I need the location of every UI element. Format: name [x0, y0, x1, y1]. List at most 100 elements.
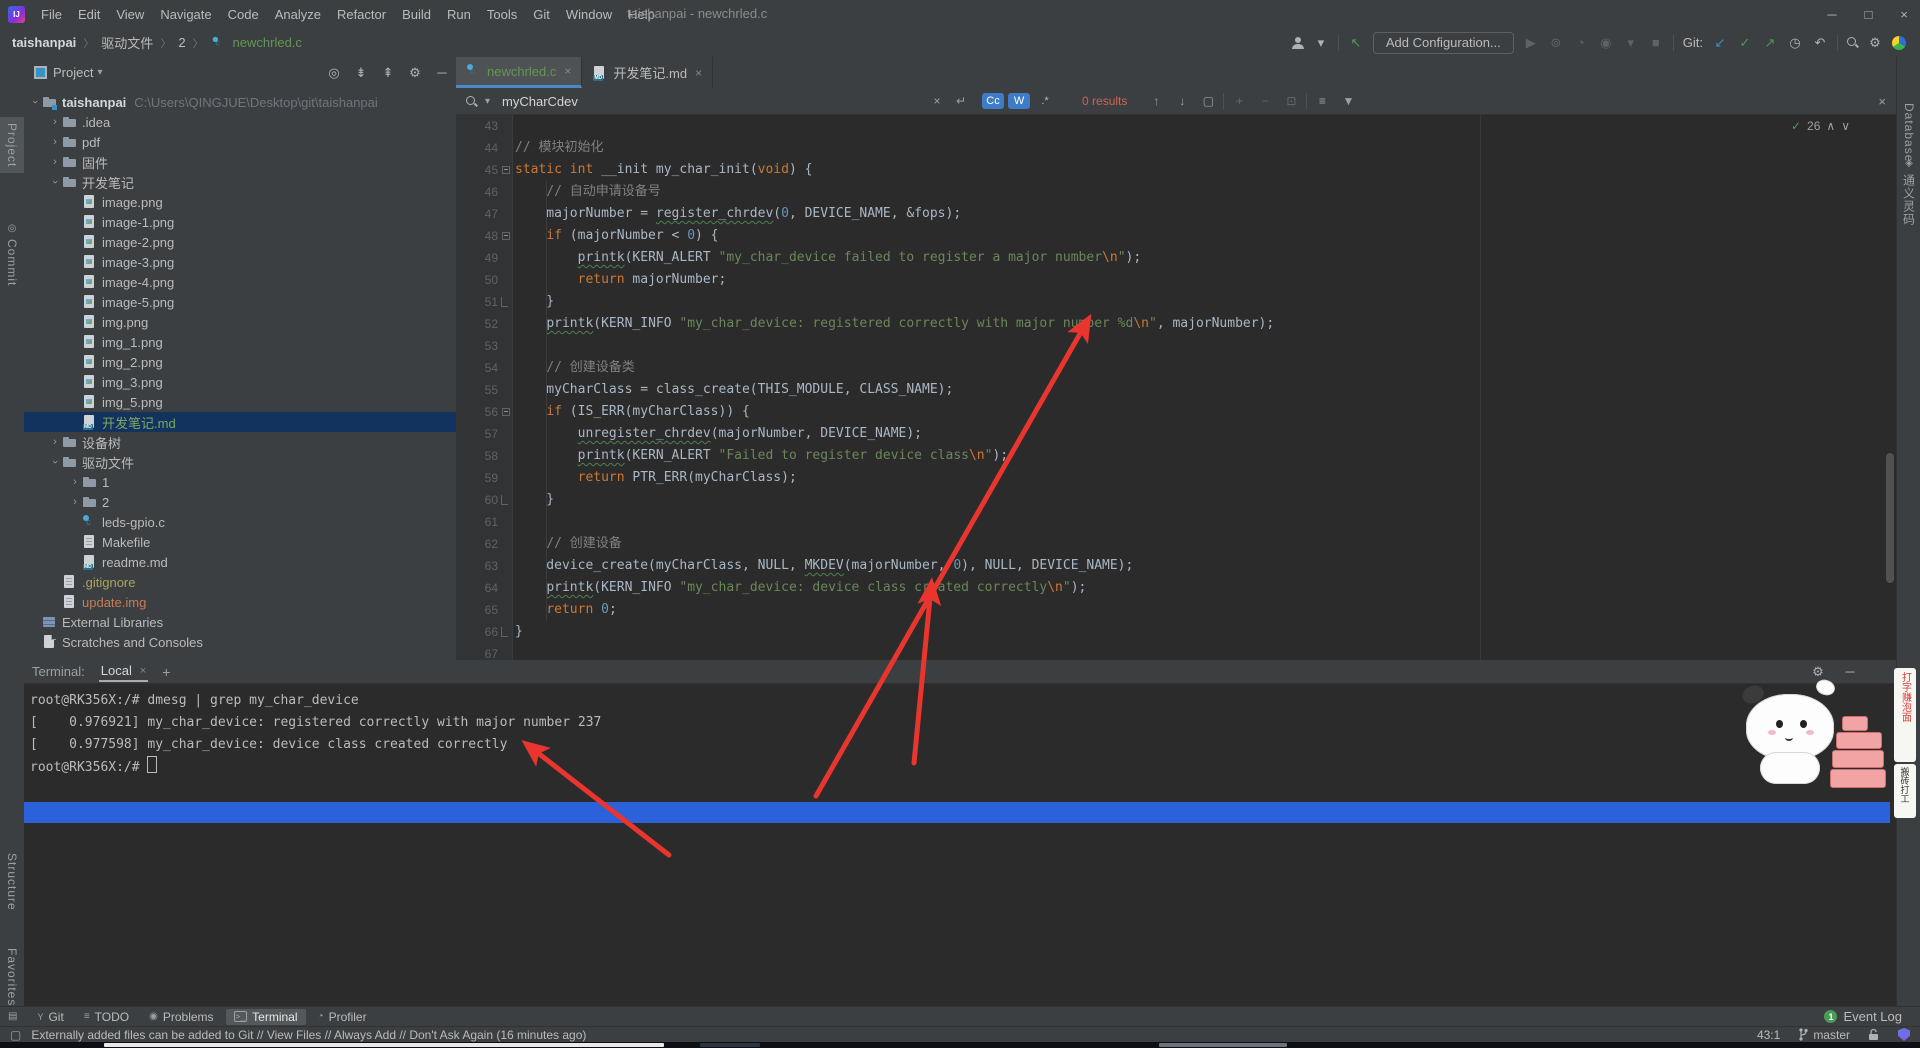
menu-window[interactable]: Window [558, 3, 620, 26]
breadcrumb-item[interactable]: taishanpai [12, 35, 76, 50]
tree-item-固件[interactable]: ›固件 [24, 152, 456, 172]
next-problem-icon[interactable]: ∨ [1841, 119, 1850, 133]
menu-run[interactable]: Run [439, 3, 479, 26]
event-log-button[interactable]: 1 Event Log [1824, 1009, 1902, 1024]
editor-scrollbar[interactable] [1886, 453, 1894, 583]
clear-search-icon[interactable]: × [930, 94, 944, 108]
sidebar-item-structure[interactable]: Structure [0, 847, 24, 917]
menu-refactor[interactable]: Refactor [329, 3, 394, 26]
tree-item-开发笔记[interactable]: ›开发笔记 [24, 172, 456, 192]
tree-item-image.png[interactable]: image.png [24, 192, 456, 212]
tree-item-开发笔记.md[interactable]: 开发笔记.md [24, 412, 456, 432]
window-close-icon[interactable]: × [1900, 7, 1908, 22]
profile-icon[interactable]: ◔ [1573, 35, 1589, 50]
tree-item-2[interactable]: ›2 [24, 492, 456, 512]
tree-chevron-closed-icon[interactable]: › [68, 476, 82, 488]
newline-icon[interactable]: ↵ [954, 94, 968, 108]
toggle-.*[interactable]: .* [1034, 93, 1056, 109]
project-panel-title[interactable]: Project [53, 65, 93, 80]
window-maximize-icon[interactable]: □ [1865, 7, 1873, 22]
menu-view[interactable]: View [108, 3, 152, 26]
prev-occurrence-icon[interactable]: ↑ [1149, 94, 1163, 108]
filter-lines-icon[interactable]: ≡ [1315, 94, 1329, 108]
tree-item-img_3.png[interactable]: img_3.png [24, 372, 456, 392]
remove-occurrence-icon[interactable]: − [1258, 94, 1272, 108]
user-icon[interactable] [1292, 37, 1304, 49]
add-configuration-button[interactable]: Add Configuration... [1373, 32, 1514, 54]
next-occurrence-icon[interactable]: ↓ [1175, 94, 1189, 108]
tree-item-驱动文件[interactable]: ›驱动文件 [24, 452, 456, 472]
toolwindow-button-git[interactable]: YGit [29, 1009, 71, 1025]
menu-edit[interactable]: Edit [70, 3, 108, 26]
git-commit-icon[interactable]: ✓ [1737, 35, 1753, 51]
hide-panel-icon[interactable]: ─ [434, 65, 450, 80]
close-icon[interactable]: × [564, 64, 571, 78]
tree-item-设备树[interactable]: ›设备树 [24, 432, 456, 452]
toolwindow-button-terminal[interactable]: >_Terminal [226, 1009, 306, 1025]
tree-item-image-3.png[interactable]: image-3.png [24, 252, 456, 272]
tree-chevron-closed-icon[interactable]: › [48, 116, 62, 128]
tree-item-Scratches and Consoles[interactable]: Scratches and Consoles [24, 632, 456, 652]
terminal-output[interactable]: root@RK356X:/# dmesg | grep my_char_devi… [24, 684, 1896, 1006]
tree-item-readme.md[interactable]: readme.md [24, 552, 456, 572]
close-icon[interactable]: × [140, 665, 146, 677]
sidebar-item-favorites[interactable]: Favorites [0, 942, 24, 1012]
toggle-W[interactable]: W [1008, 93, 1030, 109]
tab-newchrled.c[interactable]: newchrled.c× [456, 57, 582, 88]
git-update-icon[interactable]: ↙ [1712, 35, 1728, 51]
tree-chevron-closed-icon[interactable]: › [48, 436, 62, 448]
chevron-down-icon[interactable]: ▾ [97, 67, 102, 78]
close-icon[interactable]: × [1878, 94, 1886, 109]
tree-item-External Libraries[interactable]: External Libraries [24, 612, 456, 632]
sidebar-item-tongyi-lingma[interactable]: ◈通义灵码 [1897, 152, 1920, 232]
locate-file-icon[interactable]: ◎ [326, 65, 342, 81]
caret-position[interactable]: 43:1 [1757, 1028, 1780, 1042]
find-all-icon[interactable]: ▢ [1201, 94, 1215, 108]
close-icon[interactable]: × [695, 66, 702, 80]
search-everywhere-icon[interactable] [1847, 37, 1858, 48]
tree-item-pdf[interactable]: ›pdf [24, 132, 456, 152]
tree-chevron-open-icon[interactable]: › [48, 456, 62, 468]
dropdown-caret-icon[interactable]: ▾ [1313, 35, 1329, 51]
menu-file[interactable]: File [33, 3, 70, 26]
breadcrumb-item[interactable]: newchrled.c [233, 35, 302, 50]
tool-window-switcher-icon[interactable]: ▤ [8, 1011, 17, 1022]
tree-item-image-2.png[interactable]: image-2.png [24, 232, 456, 252]
menu-git[interactable]: Git [525, 3, 558, 26]
git-rollback-icon[interactable]: ↶ [1812, 35, 1828, 51]
protection-shield-icon[interactable] [1898, 1028, 1910, 1041]
toolwindow-button-todo[interactable]: ≡TODO [76, 1009, 137, 1025]
settings-icon[interactable]: ⚙ [1867, 35, 1883, 51]
collapse-all-icon[interactable]: ⇞ [380, 65, 396, 81]
tree-item-image-5.png[interactable]: image-5.png [24, 292, 456, 312]
terminal-tab-local[interactable]: Local × [99, 661, 149, 682]
search-history-caret-icon[interactable]: ▾ [485, 96, 490, 107]
expand-all-icon[interactable]: ⇟ [353, 65, 369, 81]
vcs-update-arrow-icon[interactable]: ↖ [1348, 35, 1364, 51]
run-icon[interactable]: ▶ [1523, 35, 1539, 51]
tree-item-1[interactable]: ›1 [24, 472, 456, 492]
select-all-occurrences-icon[interactable]: ⊡ [1284, 94, 1298, 108]
hide-panel-icon[interactable]: ─ [1842, 664, 1858, 680]
assistant-ball-icon[interactable] [1892, 36, 1906, 50]
fold-collapse-icon[interactable] [502, 232, 510, 240]
tree-item-.idea[interactable]: ›.idea [24, 112, 456, 132]
tree-item-.gitignore[interactable]: .gitignore [24, 572, 456, 592]
tree-item-img_2.png[interactable]: img_2.png [24, 352, 456, 372]
tree-item-taishanpai[interactable]: ›taishanpaiC:\Users\QINGJUE\Desktop\git\… [24, 92, 456, 112]
tree-chevron-closed-icon[interactable]: › [48, 156, 62, 168]
git-branch-widget[interactable]: master [1798, 1028, 1850, 1042]
sidebar-item-project[interactable]: Project [0, 117, 24, 173]
new-terminal-button[interactable]: + [162, 664, 170, 680]
tree-item-leds-gpio.c[interactable]: leds-gpio.c [24, 512, 456, 532]
tree-chevron-closed-icon[interactable]: › [48, 136, 62, 148]
tree-item-Makefile[interactable]: Makefile [24, 532, 456, 552]
debug-icon[interactable]: ⊚ [1548, 35, 1564, 51]
tree-chevron-open-icon[interactable]: › [28, 96, 42, 108]
toolwindow-button-profiler[interactable]: ◔Profiler [310, 1009, 375, 1025]
toolwindow-button-problems[interactable]: ◉Problems [141, 1009, 221, 1025]
settings-icon[interactable]: ⚙ [1810, 664, 1826, 680]
tab-开发笔记.md[interactable]: 开发笔记.md× [582, 57, 713, 88]
search-input[interactable]: myCharCdev [502, 94, 922, 109]
tree-item-update.img[interactable]: update.img [24, 592, 456, 612]
